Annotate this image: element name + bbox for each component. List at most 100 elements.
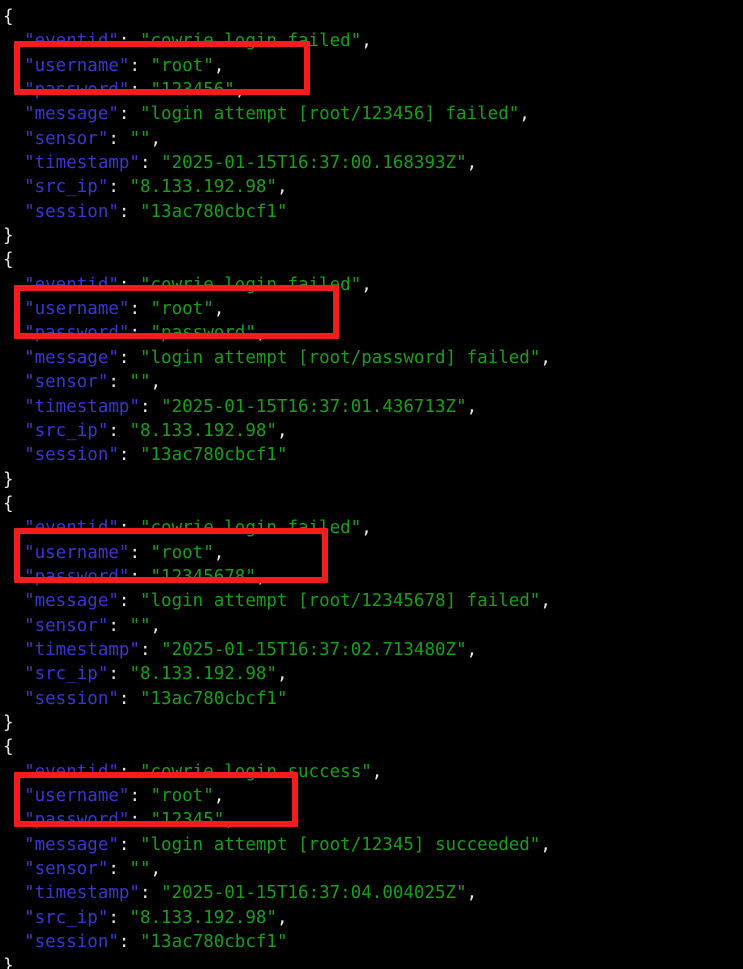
json-value-session: "13ac780cbcf1"	[139, 688, 288, 709]
json-comma: ,	[150, 859, 162, 880]
object-close-brace: }	[3, 468, 551, 492]
json-colon: :	[129, 80, 151, 101]
object-close-brace-glyph: }	[3, 469, 14, 490]
json-key-sensor: "sensor"	[24, 372, 109, 393]
json-key-password: "password"	[24, 566, 130, 587]
object-close-brace-glyph: }	[3, 226, 14, 247]
json-value-timestamp: "2025-01-15T16:37:02.713480Z"	[161, 639, 467, 660]
object-close-brace: }	[3, 224, 551, 248]
json-value-timestamp: "2025-01-15T16:37:04.004025Z"	[161, 883, 467, 904]
json-line-session: "session": "13ac780cbcf1"	[3, 930, 551, 954]
json-comma: ,	[255, 323, 267, 344]
json-colon: :	[108, 177, 130, 198]
object-close-brace: }	[3, 711, 551, 735]
json-key-timestamp: "timestamp"	[24, 153, 140, 174]
json-colon: :	[108, 420, 130, 441]
json-line-message: "message": "login attempt [root/password…	[3, 346, 551, 370]
json-value-username: "root"	[150, 299, 214, 320]
json-value-password: "password"	[150, 323, 256, 344]
json-key-session: "session"	[24, 932, 119, 953]
json-line-password: "password": "123456",	[3, 78, 551, 102]
json-colon: :	[118, 932, 140, 953]
json-value-username: "root"	[150, 542, 214, 563]
json-key-username: "username"	[24, 55, 130, 76]
json-value-src_ip: "8.133.192.98"	[129, 177, 277, 198]
json-value-timestamp: "2025-01-15T16:37:00.168393Z"	[161, 153, 467, 174]
json-value-username: "root"	[150, 55, 214, 76]
terminal-screen: { "eventid": "cowrie.login.failed", "use…	[0, 0, 743, 969]
json-line-username: "username": "root",	[3, 541, 551, 565]
json-line-timestamp: "timestamp": "2025-01-15T16:37:04.004025…	[3, 881, 551, 905]
json-value-sensor: ""	[129, 128, 151, 149]
json-colon: :	[129, 786, 151, 806]
json-comma: ,	[276, 907, 288, 928]
json-key-sensor: "sensor"	[24, 859, 109, 880]
json-comma: ,	[540, 834, 551, 855]
json-colon: :	[139, 396, 162, 417]
json-colon: :	[118, 347, 140, 368]
json-colon: :	[118, 688, 140, 709]
json-comma: ,	[361, 31, 372, 52]
json-value-sensor: ""	[129, 859, 151, 880]
json-line-message: "message": "login attempt [root/12345] s…	[3, 833, 551, 857]
json-key-username: "username"	[24, 299, 130, 320]
object-open-brace: {	[3, 248, 551, 272]
object-open-brace: {	[3, 735, 551, 759]
json-key-message: "message"	[24, 591, 119, 612]
json-colon: :	[118, 201, 140, 222]
json-comma: ,	[276, 177, 288, 198]
json-key-eventid: "eventid"	[24, 761, 119, 782]
json-comma: ,	[213, 786, 225, 806]
json-colon: :	[118, 591, 140, 612]
json-comma: ,	[150, 615, 162, 636]
json-key-password: "password"	[24, 80, 130, 101]
json-line-username: "username": "root",	[3, 54, 551, 78]
json-line-eventid: "eventid": "cowrie.login.failed",	[3, 29, 551, 53]
json-line-timestamp: "timestamp": "2025-01-15T16:37:02.713480…	[3, 638, 551, 662]
json-colon: :	[139, 639, 162, 660]
json-line-username: "username": "root",	[3, 297, 551, 321]
json-comma: ,	[371, 761, 383, 782]
json-comma: ,	[276, 420, 288, 441]
json-key-src_ip: "src_ip"	[24, 177, 109, 198]
json-comma: ,	[466, 396, 478, 417]
json-line-src_ip: "src_ip": "8.133.192.98",	[3, 419, 551, 443]
object-open-brace-glyph: {	[3, 493, 14, 514]
json-colon: :	[108, 615, 130, 636]
json-key-timestamp: "timestamp"	[24, 883, 140, 904]
json-line-src_ip: "src_ip": "8.133.192.98",	[3, 175, 551, 199]
json-colon: :	[118, 104, 140, 125]
json-colon: :	[118, 274, 140, 295]
json-value-message: "login attempt [root/12345] succeeded"	[139, 834, 541, 855]
json-colon: :	[108, 664, 130, 685]
json-key-sensor: "sensor"	[24, 615, 109, 636]
json-comma: ,	[150, 128, 162, 149]
json-comma: ,	[224, 810, 235, 831]
json-value-password: "12345678"	[150, 566, 256, 587]
json-line-timestamp: "timestamp": "2025-01-15T16:37:01.436713…	[3, 395, 551, 419]
json-colon: :	[108, 372, 130, 393]
json-value-message: "login attempt [root/123456] failed"	[139, 104, 520, 125]
json-key-eventid: "eventid"	[24, 274, 119, 295]
object-open-brace: {	[3, 5, 551, 29]
json-comma: ,	[213, 55, 225, 76]
json-comma: ,	[234, 80, 246, 101]
json-value-session: "13ac780cbcf1"	[139, 445, 288, 466]
json-key-src_ip: "src_ip"	[24, 420, 109, 441]
json-key-message: "message"	[24, 834, 119, 855]
json-key-sensor: "sensor"	[24, 128, 109, 149]
